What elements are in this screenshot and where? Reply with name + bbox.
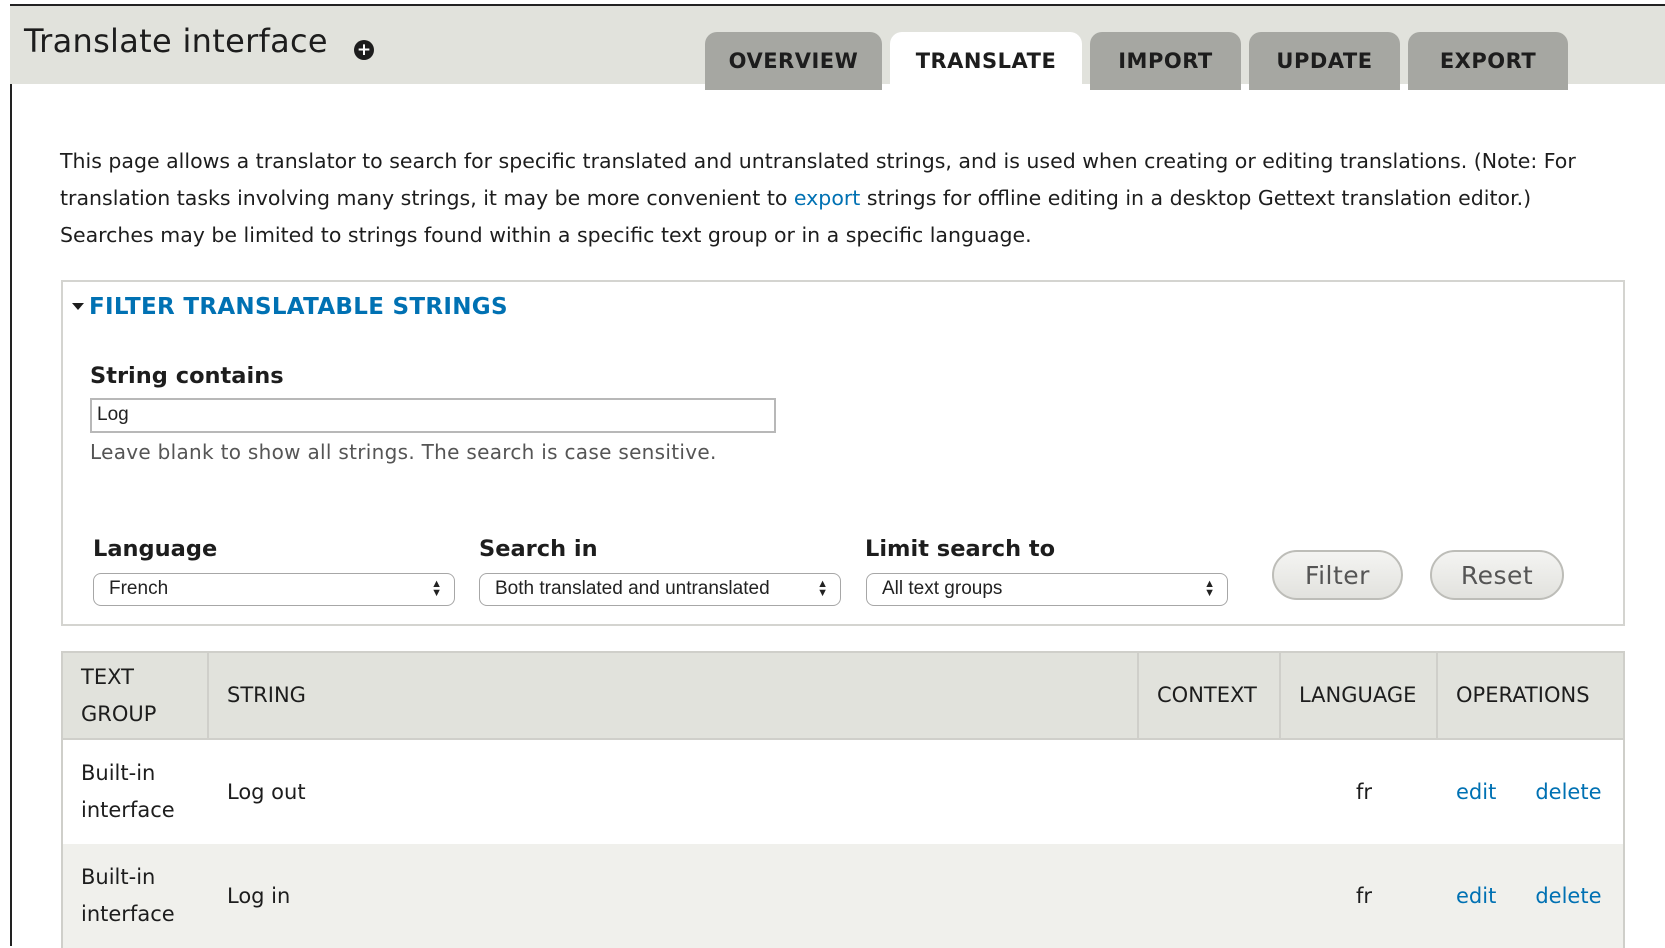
export-link[interactable]: export	[794, 186, 860, 210]
language-select-value: French	[109, 578, 169, 599]
limit-search-select-value: All text groups	[882, 578, 1003, 599]
page-header: Translate interface + OVERVIEW TRANSLATE…	[10, 6, 1665, 90]
tab-label: UPDATE	[1276, 49, 1373, 73]
text-group-line-2: interface	[81, 902, 175, 926]
limit-search-select[interactable]: All text groups ▲ ▼	[866, 573, 1228, 606]
search-in-select-value: Both translated and untranslated	[495, 578, 770, 599]
plus-circle-icon[interactable]: +	[354, 40, 374, 60]
edit-link[interactable]: edit	[1456, 774, 1496, 811]
table-row: Built-in interface Log in fr edit delete	[63, 844, 1623, 948]
text-group-line-1: Built-in	[81, 761, 156, 785]
string-contains-input[interactable]: Log	[90, 398, 776, 433]
tab-label: OVERVIEW	[728, 49, 859, 73]
delete-link[interactable]: delete	[1535, 774, 1601, 811]
column-header-operations: OPERATIONS	[1456, 683, 1590, 707]
header-text-group-line-1: TEXT	[81, 664, 134, 689]
tab-label: EXPORT	[1439, 49, 1537, 73]
cell-text-group: Built-in interface	[63, 844, 209, 948]
select-arrows-icon: ▲ ▼	[817, 578, 828, 599]
filter-legend-toggle[interactable]: FILTER TRANSLATABLE STRINGS	[72, 294, 508, 320]
cell-context	[1139, 844, 1281, 948]
limit-search-label: Limit search to	[865, 536, 1056, 562]
text-group-line-2: interface	[81, 798, 175, 822]
cell-language: fr	[1356, 883, 1373, 908]
filter-button[interactable]: Filter	[1272, 550, 1403, 600]
cell-language: fr	[1356, 779, 1373, 804]
cell-operations: edit delete	[1438, 740, 1623, 844]
select-arrows-icon: ▲ ▼	[1204, 578, 1215, 599]
search-in-label: Search in	[479, 536, 598, 562]
cell-text-group: Built-in interface	[63, 740, 209, 844]
reset-button[interactable]: Reset	[1430, 550, 1564, 600]
tab-translate[interactable]: TRANSLATE	[890, 32, 1082, 90]
cell-string: Log out	[227, 779, 306, 804]
column-header-text-group: TEXT GROUP	[63, 653, 209, 738]
cell-operations: edit delete	[1438, 844, 1623, 948]
string-contains-label: String contains	[90, 363, 284, 389]
delete-link[interactable]: delete	[1535, 878, 1601, 915]
help-text: This page allows a translator to search …	[60, 143, 1620, 254]
tab-export[interactable]: EXPORT	[1408, 32, 1568, 90]
table-row: Built-in interface Log out fr edit delet…	[63, 740, 1623, 844]
filter-legend-label: FILTER TRANSLATABLE STRINGS	[89, 294, 508, 320]
string-contains-description: Leave blank to show all strings. The sea…	[90, 440, 717, 464]
edit-link[interactable]: edit	[1456, 878, 1496, 915]
tab-import[interactable]: IMPORT	[1090, 32, 1241, 90]
caret-down-icon	[72, 303, 84, 310]
tab-label: TRANSLATE	[915, 49, 1057, 73]
language-label: Language	[93, 536, 218, 562]
search-in-select[interactable]: Both translated and untranslated ▲ ▼	[479, 573, 841, 606]
cell-string: Log in	[227, 883, 291, 908]
language-select[interactable]: French ▲ ▼	[93, 573, 455, 606]
tab-label: IMPORT	[1118, 49, 1213, 73]
header-text-group-line-2: GROUP	[81, 701, 157, 726]
column-header-string: STRING	[209, 653, 1139, 738]
table-header-row: TEXT GROUP STRING CONTEXT LANGUAGE OPERA…	[63, 653, 1623, 740]
tab-update[interactable]: UPDATE	[1249, 32, 1400, 90]
page-title: Translate interface	[24, 22, 328, 60]
column-header-context: CONTEXT	[1139, 653, 1281, 738]
strings-table: TEXT GROUP STRING CONTEXT LANGUAGE OPERA…	[61, 651, 1625, 948]
select-arrows-icon: ▲ ▼	[431, 578, 442, 599]
text-group-line-1: Built-in	[81, 865, 156, 889]
tab-overview[interactable]: OVERVIEW	[705, 32, 882, 90]
cell-context	[1139, 740, 1281, 844]
column-header-language: LANGUAGE	[1281, 653, 1438, 738]
